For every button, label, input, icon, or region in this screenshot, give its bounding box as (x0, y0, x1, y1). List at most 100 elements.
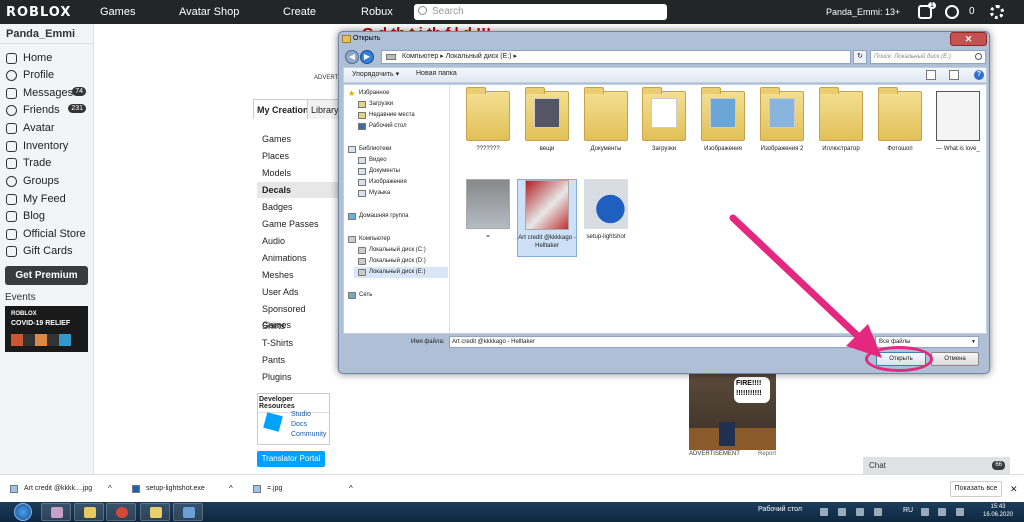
nav-downloads[interactable]: Загрузки (358, 99, 393, 110)
language-indicator[interactable]: RU (903, 507, 913, 514)
nav-create[interactable]: Create (283, 6, 316, 18)
sidebar-item-messages[interactable]: Messages 74 (6, 85, 92, 101)
category-shirts[interactable]: Shirts (257, 318, 337, 334)
nav-drive-e[interactable]: Локальный диск (E:) (354, 267, 448, 278)
category-t-shirts[interactable]: T-Shirts (257, 335, 337, 351)
nav-robux[interactable]: Robux (361, 6, 393, 18)
sidebar-username[interactable]: Panda_Emmi (6, 28, 75, 40)
chevron-up-icon[interactable]: ^ (229, 481, 233, 497)
covid-relief-event-banner[interactable]: ROBLOX COVID-19 RELIEF (5, 306, 88, 352)
nav-network[interactable]: Сеть (348, 290, 372, 301)
nav-documents[interactable]: Документы (358, 166, 400, 177)
sidebar-item-friends[interactable]: Friends 231 (6, 102, 92, 118)
system-clock[interactable]: 15:43 16.06.2020 (978, 503, 1018, 519)
nav-drive-c[interactable]: Локальный диск (C:) (358, 245, 426, 256)
file-folder-downloads[interactable]: Загрузки (634, 87, 694, 153)
category-plugins[interactable]: Plugins (257, 369, 337, 385)
nav-favorites[interactable]: ★ Избранное (348, 88, 389, 99)
nav-homegroup[interactable]: Домашняя группа (348, 211, 409, 222)
nav-avatar-shop[interactable]: Avatar Shop (179, 6, 239, 18)
tray-icon[interactable] (838, 508, 846, 516)
breadcrumb-computer[interactable]: Компьютер (402, 53, 438, 60)
nav-recent-places[interactable]: Недавние места (358, 110, 415, 121)
file-folder-documents[interactable]: Документы (576, 87, 636, 153)
volume-tray-icon[interactable] (938, 508, 946, 516)
robux-icon[interactable] (945, 5, 959, 19)
flag-tray-icon[interactable] (956, 508, 964, 516)
back-button[interactable]: ◀ (345, 50, 359, 64)
tray-icon[interactable] (820, 508, 828, 516)
category-models[interactable]: Models (257, 165, 337, 181)
settings-gear-icon[interactable] (990, 5, 1004, 19)
taskbar-explorer[interactable] (74, 503, 104, 521)
download-item-equals[interactable]: =.jpg (253, 481, 282, 497)
category-game-passes[interactable]: Game Passes (257, 216, 337, 232)
category-sponsored-games[interactable]: Sponsored Games (257, 301, 337, 330)
forward-button[interactable]: ▶ (360, 50, 374, 64)
roblox-logo[interactable]: ROBLOX (6, 5, 71, 20)
folder-search-input[interactable]: Поиск: Локальный диск (E:) (870, 50, 986, 64)
advertisement-image[interactable]: FIRE!!!! !!!!!!!!!!! (689, 374, 776, 450)
category-meshes[interactable]: Meshes (257, 267, 337, 283)
file-installer-setup-lightshot[interactable]: setup-lightshot (576, 179, 636, 241)
sidebar-item-inventory[interactable]: Inventory (6, 138, 92, 154)
category-audio[interactable]: Audio (257, 233, 337, 249)
sidebar-item-my-feed[interactable]: My Feed (6, 191, 92, 207)
nav-drive-d[interactable]: Локальный диск (D:) (358, 256, 426, 267)
file-folder-veshchi[interactable]: вещи (517, 87, 577, 153)
organize-button[interactable]: Упорядочить ▾ (352, 70, 399, 78)
sidebar-item-official-store[interactable]: Official Store (6, 226, 92, 242)
file-image-art-credit-selected[interactable]: Art credit @kkkkago - Helltaker (517, 179, 577, 257)
file-image-what-is-love[interactable]: — What is love_ (928, 91, 988, 153)
network-tray-icon[interactable] (921, 508, 929, 516)
chevron-up-icon[interactable]: ^ (349, 481, 353, 497)
chevron-up-icon[interactable]: ^ (108, 481, 112, 497)
file-folder-unnamed[interactable]: ??????? (458, 87, 518, 153)
refresh-button[interactable]: ↻ (853, 50, 867, 64)
sidebar-item-gift-cards[interactable]: Gift Cards (6, 243, 92, 259)
nav-video[interactable]: Видео (358, 155, 387, 166)
sidebar-item-home[interactable]: Home (6, 50, 92, 66)
report-ad-link[interactable]: Report (758, 451, 776, 457)
taskbar-image-viewer[interactable] (173, 503, 203, 521)
nav-libraries[interactable]: Библиотеки (348, 144, 392, 155)
nav-desktop[interactable]: Рабочий стол (358, 121, 407, 132)
show-all-downloads-button[interactable]: Показать все (950, 481, 1002, 497)
link-docs[interactable]: Docs (291, 421, 307, 428)
start-button[interactable] (14, 503, 32, 521)
sidebar-item-profile[interactable]: Profile (6, 67, 92, 83)
preview-pane-icon[interactable] (949, 70, 959, 80)
category-animations[interactable]: Animations (257, 250, 337, 266)
category-games[interactable]: Games (257, 131, 337, 147)
view-options-icon[interactable] (926, 70, 936, 80)
username-link[interactable]: Panda_Emmi: 13+ (826, 7, 900, 17)
new-folder-button[interactable]: Новая папка (416, 70, 457, 77)
taskbar-camera-app[interactable] (41, 503, 71, 521)
taskbar-notes[interactable] (140, 503, 170, 521)
sidebar-item-avatar[interactable]: Avatar (6, 120, 92, 136)
sidebar-item-groups[interactable]: Groups (6, 173, 92, 189)
nav-images[interactable]: Изображения (358, 177, 407, 188)
link-community[interactable]: Community (291, 431, 326, 438)
download-item-art-credit[interactable]: Art credit @kkkk....jpg (10, 481, 92, 497)
sidebar-item-trade[interactable]: Trade (6, 155, 92, 171)
category-badges[interactable]: Badges (257, 199, 337, 215)
category-decals[interactable]: Decals (257, 182, 339, 198)
desktop-toolbar-label[interactable]: Рабочий стол (758, 506, 802, 513)
file-folder-images[interactable]: Изображения (693, 87, 753, 153)
category-places[interactable]: Places (257, 148, 337, 164)
category-user-ads[interactable]: User Ads (257, 284, 337, 300)
link-studio[interactable]: Studio (291, 411, 311, 418)
filename-input[interactable]: Art credit @kkkkago - Helltaker (449, 336, 873, 348)
nav-music[interactable]: Музыка (358, 188, 390, 199)
tray-icon[interactable] (874, 508, 882, 516)
file-folder-images-2[interactable]: Изображения 2 (752, 87, 812, 153)
file-image-equals[interactable]: = (458, 179, 518, 241)
tray-icon[interactable] (856, 508, 864, 516)
address-bar[interactable]: Компьютер ▸ Локальный диск (E:) ▸ (381, 50, 851, 64)
nav-games[interactable]: Games (100, 6, 135, 18)
breadcrumb-drive-e[interactable]: Локальный диск (E:) (446, 53, 512, 60)
close-icon[interactable]: ✕ (1010, 481, 1018, 497)
file-folder-illustrator[interactable]: Иллюстратор (811, 87, 871, 153)
translator-portal-button[interactable]: Translator Portal (257, 451, 325, 467)
